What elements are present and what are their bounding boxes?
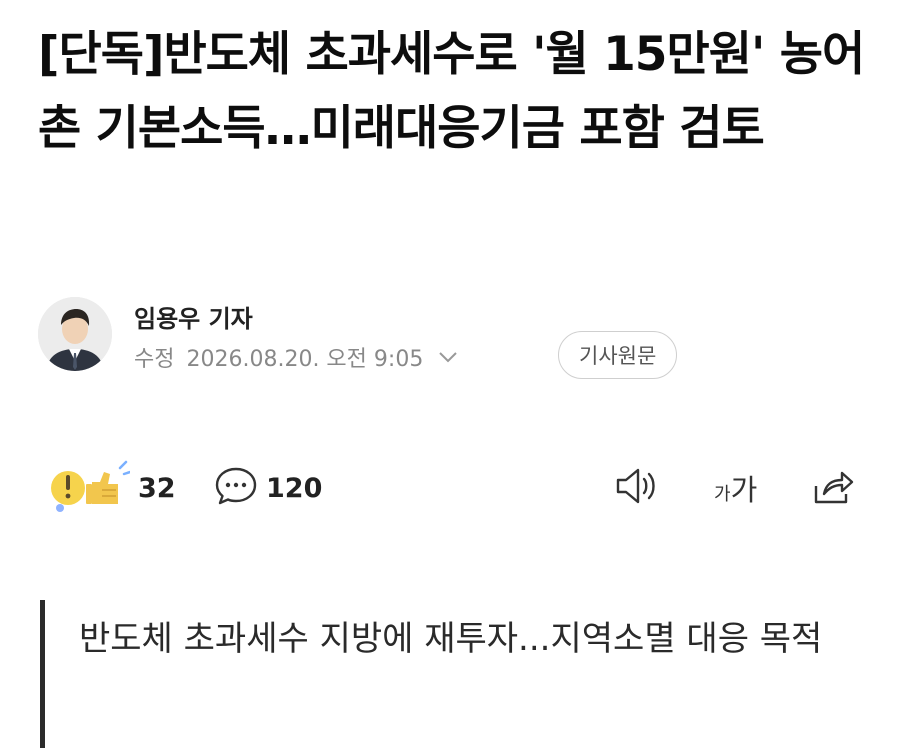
author-name[interactable]: 임용우 기자 bbox=[134, 299, 253, 334]
listen-button[interactable] bbox=[612, 456, 660, 520]
modified-label: 수정 bbox=[134, 347, 175, 372]
author-avatar[interactable] bbox=[38, 297, 112, 371]
reaction-emoji-icon bbox=[46, 460, 132, 516]
font-size-large-label: 가 bbox=[730, 473, 758, 507]
subheading-text: 반도체 초과세수 지방에 재투자...지역소멸 대응 목적 bbox=[79, 619, 823, 659]
share-icon bbox=[808, 464, 856, 512]
chevron-down-icon[interactable] bbox=[437, 345, 459, 370]
article-timestamp: 2026.08.20. 오전 9:05 bbox=[186, 347, 424, 372]
article-subheading: 반도체 초과세수 지방에 재투자...지역소멸 대응 목적 bbox=[40, 600, 840, 748]
reaction-button[interactable]: 32 bbox=[46, 456, 176, 520]
comment-count: 120 bbox=[266, 472, 323, 504]
reaction-count: 32 bbox=[138, 472, 176, 504]
original-article-button[interactable]: 기사원문 bbox=[558, 331, 678, 379]
font-size-small-label: 가 bbox=[714, 484, 731, 505]
article-actions: 32 120 가 가 bbox=[38, 456, 868, 520]
share-button[interactable] bbox=[808, 456, 856, 520]
font-size-button[interactable]: 가 가 bbox=[714, 456, 757, 520]
font-size-icon: 가 가 bbox=[714, 467, 757, 509]
article-headline: [단독]반도체 초과세수로 '월 15만원' 농어촌 기본소득…미래대응기금 포… bbox=[38, 27, 865, 156]
comment-button[interactable]: 120 bbox=[214, 456, 322, 520]
speaker-icon bbox=[612, 464, 660, 512]
byline: 임용우 기자 수정 2026.08.20. 오전 9:05 기사원문 bbox=[38, 297, 858, 379]
article-meta: 수정 2026.08.20. 오전 9:05 bbox=[134, 341, 459, 373]
comment-icon bbox=[214, 464, 258, 512]
